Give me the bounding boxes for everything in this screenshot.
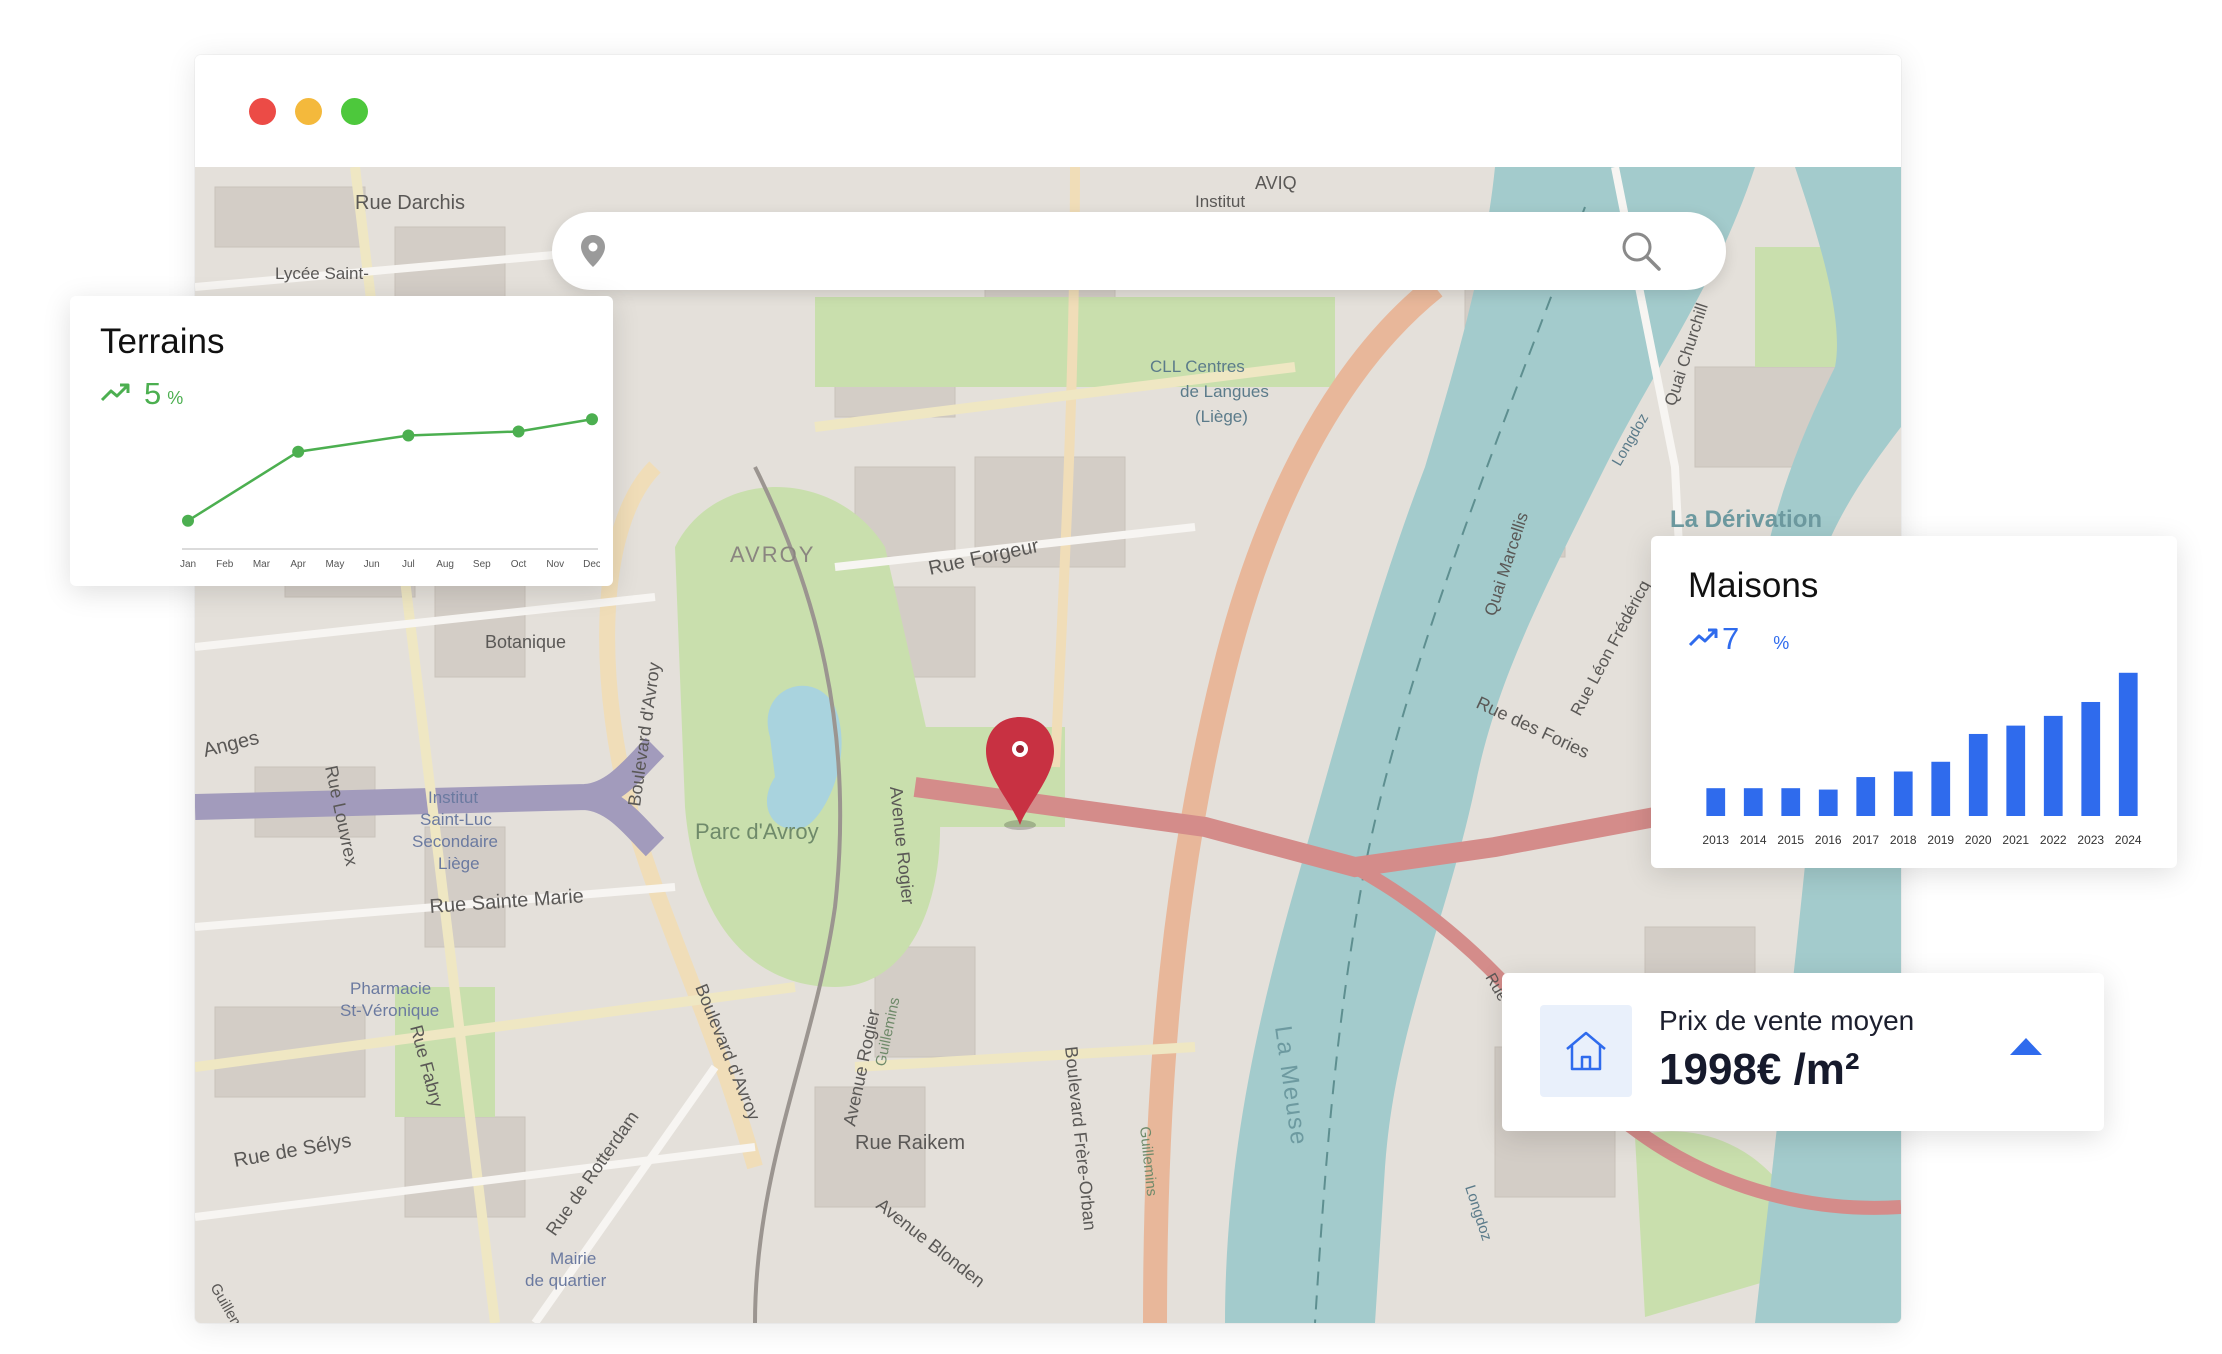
trending-up-icon [100,383,130,402]
bar [2118,672,2138,816]
map-label: Rue Darchis [355,192,465,214]
map-label: Secondaire [412,832,498,851]
bar [1931,761,1951,816]
map-label: de quartier [525,1271,607,1290]
x-tick-label: Feb [216,559,234,570]
x-tick-label: Oct [511,559,527,570]
prix-label: Prix de vente moyen [1659,1005,1915,1036]
x-tick-label: Jul [402,559,415,570]
map-label: de Langues [1180,382,1269,401]
series-line [187,418,593,522]
x-tick-label: 2018 [1890,833,1917,847]
x-tick-label: Jan [180,559,196,570]
x-tick-label: Mar [253,559,271,570]
bar [1893,771,1913,816]
map-label: Pharmacie [350,979,431,998]
bar [2081,701,2101,816]
map-label: Liège [438,854,480,873]
x-tick-label: Apr [290,559,306,570]
x-tick-label: 2015 [1777,833,1804,847]
map-label: Lycée Saint- [275,264,369,283]
map-label: Botanique [485,632,566,652]
bar [2006,725,2026,816]
x-tick-label: Aug [436,559,454,570]
map-label: Institut [1195,192,1245,211]
x-tick-label: 2021 [2002,833,2029,847]
map-label: Institut [428,788,478,807]
bar [2043,715,2063,816]
data-point [586,413,598,426]
caret-up-icon[interactable] [2009,1036,2043,1056]
home-icon [1566,1031,1606,1071]
terrains-card: Terrains 5 % Jan Feb Mar Apr May Jun Jul Aug Sep… [70,296,613,586]
bar [1743,788,1763,816]
map-label: (Liège) [1195,407,1248,426]
search-icon[interactable] [1620,230,1662,272]
title-bar [195,55,1901,167]
data-point [292,445,305,458]
maisons-card: Maisons 7 % 2013 2014 2015 2016 2017 2018 2019… [1651,536,2177,868]
terrains-line-chart: Jan Feb Mar Apr May Jun Jul Aug Sep Oct Nov Dec [180,413,600,570]
terrains-change-value: 5 [144,376,162,411]
terrains-trend: 5 % [100,376,183,412]
x-tick-label: 2013 [1702,833,1729,847]
map-label: Mairie [550,1249,596,1268]
x-tick-label: 2020 [1965,833,1992,847]
data-point [182,514,194,527]
close-window-button[interactable] [249,98,276,125]
data-point [402,429,415,442]
trending-up-icon [1688,628,1718,647]
location-pin-icon [581,235,605,267]
x-tick-label: 2023 [2077,833,2104,847]
minimize-window-button[interactable] [295,98,322,125]
x-tick-label: 2016 [1815,833,1842,847]
maisons-trend: 7 % [1688,621,1789,657]
search-input[interactable] [622,226,1626,278]
maisons-change-value: 7 [1722,621,1740,656]
x-tick-label: Dec [583,559,600,570]
x-tick-label: 2019 [1927,833,1954,847]
prix-value: 1998€ /m² [1659,1045,1860,1094]
terrains-title: Terrains [100,322,225,361]
home-icon-box [1540,1005,1632,1097]
bar [1968,733,1988,816]
bar [1818,789,1838,816]
bar [1706,788,1726,816]
map-label: Parc d'Avroy [695,819,819,844]
map-label: La Dérivation [1670,506,1822,533]
data-point [512,425,525,438]
map-label: Saint-Luc [420,810,492,829]
x-tick-label: Jun [364,559,380,570]
x-tick-label: Nov [546,559,564,570]
x-tick-label: 2022 [2040,833,2067,847]
x-tick-label: 2024 [2115,833,2142,847]
bar [1856,777,1876,816]
x-tick-label: Sep [473,559,491,570]
map-label: AVIQ [1255,173,1297,193]
maximize-window-button[interactable] [341,98,368,125]
search-bar [552,212,1726,290]
prix-card: Prix de vente moyen 1998€ /m² [1502,973,2104,1131]
map-label: AVROY [730,542,815,567]
map-label: St-Véronique [340,1001,439,1020]
maisons-change-unit: % [1773,633,1790,653]
maisons-bar-chart: 2013 2014 2015 2016 2017 2018 2019 2020 2021 2022… [1702,672,2142,847]
x-tick-label: 2014 [1740,833,1767,847]
x-tick-label: May [325,559,344,570]
bar [1781,788,1801,816]
map-label: Rue Raikem [855,1132,965,1154]
x-tick-label: 2017 [1852,833,1879,847]
map-label: CLL Centres [1150,357,1245,376]
maisons-title: Maisons [1688,566,1819,605]
